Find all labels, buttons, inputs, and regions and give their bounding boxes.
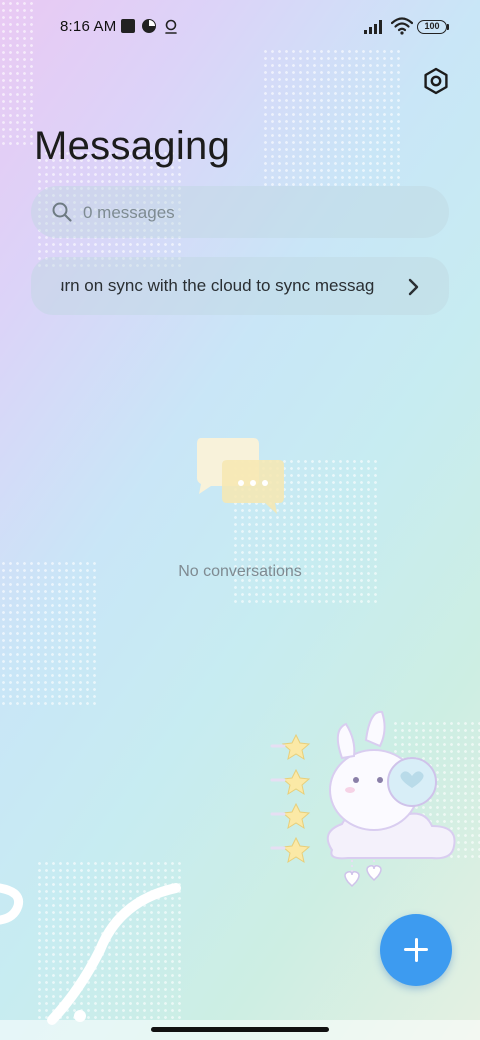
search-icon (52, 202, 72, 222)
chat-bubbles-icon (197, 438, 284, 514)
new-message-button[interactable] (380, 914, 452, 986)
sync-banner-text: urn on sync with the cloud to sync messa… (61, 276, 375, 295)
background-dots (262, 48, 402, 188)
battery-tip (447, 24, 449, 30)
search-bar[interactable] (31, 186, 449, 240)
bunny-mascot-illustration (270, 710, 456, 888)
status-time: 8:16 AM (60, 18, 117, 35)
empty-state-text: No conversations (178, 563, 302, 580)
battery-icon: 100 (417, 20, 447, 34)
location-pin-icon (165, 19, 177, 34)
sync-banner-text-clip: urn on sync with the cloud to sync messa… (61, 257, 421, 315)
wifi-icon (391, 17, 413, 35)
background-dots (0, 560, 100, 706)
notification-square-icon (121, 19, 135, 33)
gesture-navigation-bar[interactable] (151, 1027, 329, 1032)
chevron-right-icon[interactable] (406, 278, 420, 296)
cloud-sync-banner[interactable]: urn on sync with the cloud to sync messa… (31, 257, 449, 315)
status-bar: 8:16 AM 100 (0, 0, 480, 56)
gear-icon[interactable] (421, 66, 451, 96)
search-input[interactable] (81, 186, 425, 240)
page-title: Messaging (34, 124, 231, 168)
decorative-swirl (0, 883, 181, 1025)
signal-icon (364, 20, 382, 34)
pie-app-icon (142, 19, 156, 33)
